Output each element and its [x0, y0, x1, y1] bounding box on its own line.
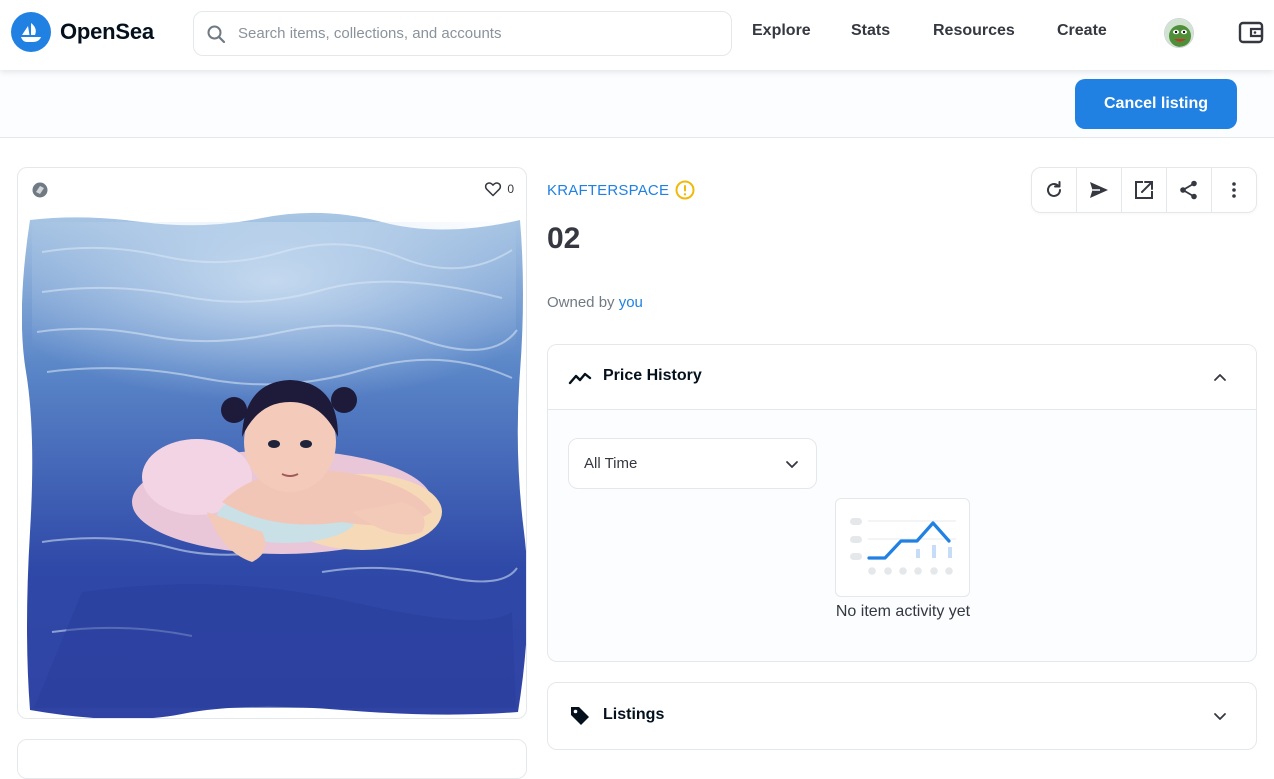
search-bar[interactable] — [193, 11, 732, 56]
nav-explore[interactable]: Explore — [752, 22, 811, 40]
price-history-title: Price History — [603, 367, 702, 384]
price-history-panel: Price History All Time No item activity … — [547, 344, 1257, 662]
chevron-down-icon — [1214, 713, 1226, 720]
nft-image[interactable] — [22, 212, 526, 718]
share-icon — [1180, 180, 1197, 200]
polygon-chain-icon — [32, 182, 48, 198]
collection-row: KRAFTERSPACE — [547, 180, 695, 200]
image-card-header: 0 — [18, 168, 526, 210]
refresh-button[interactable] — [1032, 168, 1077, 212]
external-link-button[interactable] — [1122, 168, 1167, 212]
share-button[interactable] — [1167, 168, 1212, 212]
owner-link[interactable]: you — [619, 294, 643, 311]
item-details-card — [17, 739, 527, 779]
more-options-button[interactable] — [1212, 168, 1256, 212]
transfer-icon — [1090, 182, 1108, 198]
owner-row: Owned by you — [547, 294, 643, 311]
brand-name: OpenSea — [60, 19, 154, 44]
cancel-listing-button[interactable]: Cancel listing — [1075, 79, 1237, 129]
wallet-icon[interactable] — [1237, 18, 1265, 46]
transfer-button[interactable] — [1077, 168, 1122, 212]
nav-resources[interactable]: Resources — [933, 22, 1015, 40]
item-title: 02 — [547, 222, 581, 255]
owned-by-label: Owned by — [547, 294, 615, 311]
opensea-logo-icon — [11, 12, 51, 52]
external-link-icon — [1135, 181, 1153, 199]
favorite-count: 0 — [507, 182, 514, 196]
listings-panel[interactable]: Listings — [547, 682, 1257, 750]
warning-icon[interactable] — [675, 180, 695, 200]
item-toolbar — [1031, 167, 1257, 213]
avatar[interactable] — [1164, 18, 1194, 48]
refresh-icon — [1047, 181, 1061, 197]
search-input[interactable] — [238, 25, 708, 42]
trend-line-icon — [568, 372, 592, 385]
time-range-select[interactable]: All Time — [568, 438, 817, 489]
empty-chart-illustration — [835, 498, 970, 597]
price-history-header[interactable]: Price History — [548, 345, 1256, 410]
chevron-up-icon — [1214, 374, 1226, 381]
brand-logo-link[interactable]: OpenSea — [11, 12, 154, 52]
more-icon — [1232, 182, 1236, 198]
search-icon — [207, 25, 226, 43]
item-action-bar: Cancel listing — [0, 70, 1274, 138]
item-image-card: 0 — [17, 167, 527, 719]
empty-activity-message: No item activity yet — [835, 603, 971, 620]
nav-create[interactable]: Create — [1057, 22, 1107, 40]
top-navbar: OpenSea Explore Stats Resources Create — [0, 0, 1274, 70]
time-range-value: All Time — [584, 455, 638, 472]
listings-title: Listings — [603, 706, 665, 723]
collection-link[interactable]: KRAFTERSPACE — [547, 182, 669, 199]
tag-icon — [571, 707, 589, 725]
nav-stats[interactable]: Stats — [851, 22, 890, 40]
chevron-down-icon — [786, 461, 798, 468]
heart-icon — [485, 182, 502, 197]
favorite-button[interactable]: 0 — [484, 180, 514, 198]
